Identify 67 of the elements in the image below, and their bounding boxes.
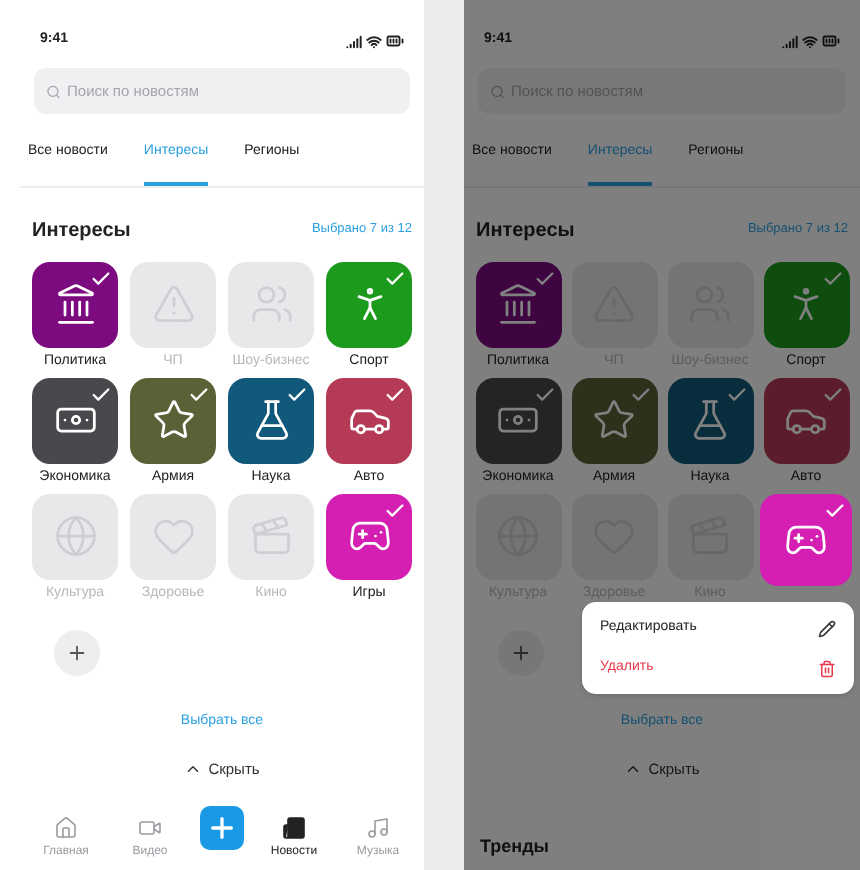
check-icon (188, 383, 210, 405)
home-icon (54, 816, 78, 840)
clapperboard-icon (249, 514, 293, 558)
add-button[interactable] (498, 629, 544, 675)
topic-tile[interactable] (130, 493, 216, 579)
topic-tile[interactable] (228, 377, 314, 463)
section-title: Интересы (476, 217, 575, 245)
check-icon (629, 383, 651, 405)
check-icon (384, 499, 406, 521)
topic-tile[interactable] (571, 377, 657, 463)
topic-tile[interactable] (228, 493, 314, 579)
topic-tile[interactable] (571, 493, 657, 579)
people-icon (249, 282, 293, 326)
status-icons (782, 32, 840, 50)
check-icon (824, 499, 846, 521)
topic-tile[interactable] (475, 261, 561, 347)
topic-tile[interactable] (130, 377, 216, 463)
topic-tile[interactable] (475, 377, 561, 463)
add-button[interactable] (54, 629, 100, 675)
status-icons (346, 32, 404, 50)
landmark-icon (496, 282, 540, 326)
pencil-icon (818, 619, 836, 637)
heart-icon (151, 514, 195, 558)
search-icon (490, 83, 506, 99)
flask-icon (688, 398, 732, 442)
check-icon (384, 383, 406, 405)
topic-tile[interactable] (326, 493, 412, 579)
star-icon (592, 398, 636, 442)
check-icon (725, 383, 747, 405)
plus-icon (66, 641, 88, 663)
topic-tile[interactable] (760, 493, 852, 585)
check-icon (384, 267, 406, 289)
topic-tile[interactable] (228, 261, 314, 347)
check-icon (821, 383, 843, 405)
topic-tile[interactable] (667, 261, 753, 347)
check-icon (286, 383, 308, 405)
topic-tile[interactable] (475, 493, 561, 579)
video-icon (138, 816, 162, 840)
landmark-icon (53, 282, 97, 326)
check-icon (90, 267, 112, 289)
section-title: Тренды (480, 836, 549, 857)
warning-icon (151, 282, 195, 326)
topic-tile[interactable] (667, 377, 753, 463)
newspaper-icon (282, 816, 306, 840)
topic-tile[interactable] (763, 377, 849, 463)
topic-tile[interactable] (32, 493, 118, 579)
plus-icon (510, 641, 532, 663)
topic-tile[interactable] (32, 377, 118, 463)
topic-tile[interactable] (326, 377, 412, 463)
topic-tile[interactable] (763, 261, 849, 347)
topic-tile[interactable] (571, 261, 657, 347)
check-icon (821, 267, 843, 289)
star-icon (151, 398, 195, 442)
check-icon (533, 267, 555, 289)
topic-tile[interactable] (326, 261, 412, 347)
section-title: Интересы (32, 217, 131, 245)
topic-tile[interactable] (667, 493, 753, 579)
trash-icon (818, 659, 836, 677)
add-button[interactable] (200, 806, 244, 850)
topic-tile[interactable] (130, 261, 216, 347)
topic-tile[interactable] (32, 261, 118, 347)
check-icon (533, 383, 555, 405)
music-icon (366, 816, 390, 840)
check-icon (90, 383, 112, 405)
plus-icon (206, 812, 238, 844)
globe-icon (53, 514, 97, 558)
search-icon (46, 83, 62, 99)
